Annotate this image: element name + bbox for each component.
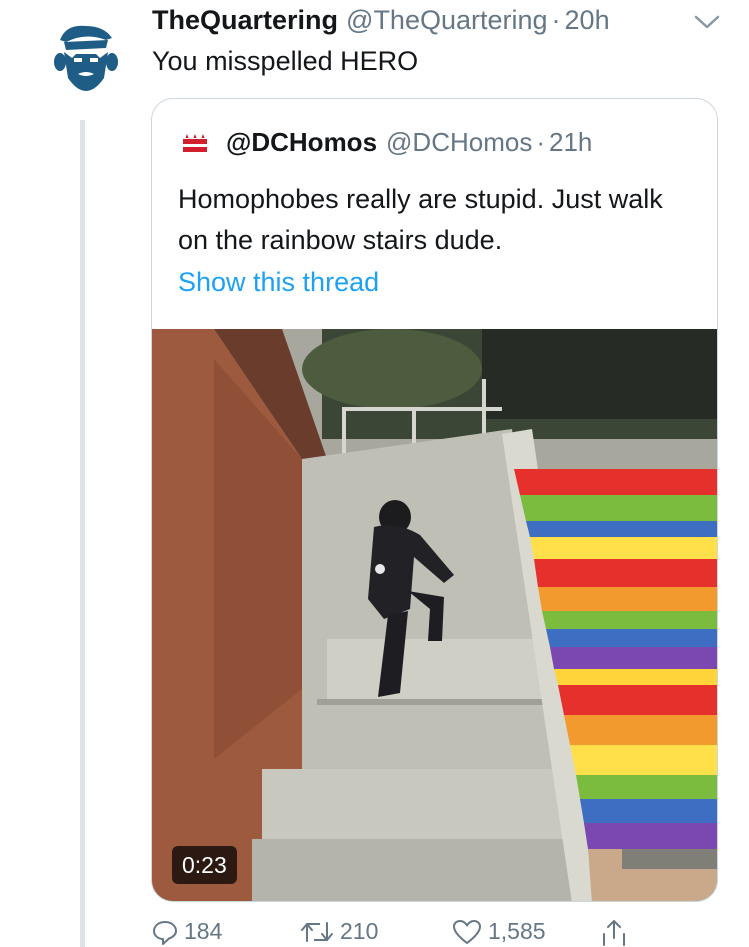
author-name[interactable]: TheQuartering — [152, 5, 338, 36]
video-thumbnail — [152, 329, 717, 901]
retweet-count: 210 — [340, 918, 379, 944]
video-player[interactable]: 0:23 — [152, 329, 717, 901]
quoted-author-handle[interactable]: @DCHomos — [386, 127, 532, 158]
tweet-text: You misspelled HERO — [152, 46, 419, 76]
chevron-down-icon — [694, 15, 720, 29]
separator: · — [536, 127, 546, 157]
reply-count: 184 — [184, 918, 223, 944]
heart-icon — [453, 919, 481, 944]
tweet[interactable]: TheQuartering @TheQuartering · 20h You m… — [0, 0, 749, 947]
quoted-tweet-header: @DCHomos @DCHomos · 21h — [180, 127, 592, 158]
like-button[interactable]: 1,585 — [452, 918, 546, 945]
tweet-actions: 184 210 1,585 — [152, 918, 672, 947]
retweet-icon — [301, 921, 333, 942]
quoted-tweet-text: Homophobes really are stupid. Just walk … — [178, 184, 663, 255]
reply-icon — [153, 920, 177, 945]
separator: · — [551, 5, 561, 35]
share-icon — [603, 920, 625, 946]
thread-line — [80, 120, 85, 947]
like-count: 1,585 — [488, 918, 546, 944]
reply-button[interactable]: 184 — [152, 918, 222, 945]
quoted-tweet[interactable]: @DCHomos @DCHomos · 21h Homophobes reall… — [151, 98, 718, 902]
show-thread-link[interactable]: Show this thread — [178, 267, 379, 298]
tweet-header: TheQuartering @TheQuartering · 20h — [152, 5, 732, 45]
author-handle[interactable]: @TheQuartering — [346, 5, 548, 36]
quoted-tweet-time[interactable]: 21h — [549, 127, 592, 158]
share-button[interactable] — [600, 918, 628, 946]
video-duration-badge: 0:23 — [172, 846, 237, 884]
retweet-button[interactable]: 210 — [300, 918, 378, 945]
quoted-author-name[interactable]: @DCHomos — [226, 127, 377, 158]
tweet-time[interactable]: 20h — [565, 5, 610, 36]
tweet-menu-button[interactable] — [692, 12, 722, 32]
bearded-man-icon — [54, 25, 118, 91]
avatar[interactable] — [46, 18, 126, 98]
